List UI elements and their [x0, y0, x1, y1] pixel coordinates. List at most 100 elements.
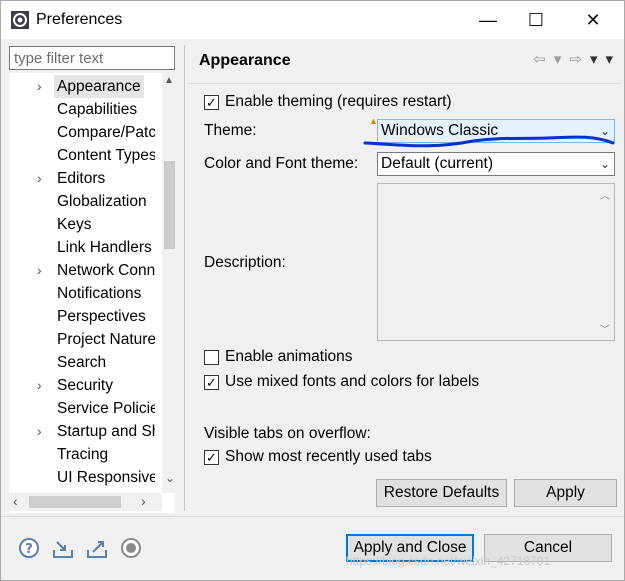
- close-button[interactable]: ✕: [570, 1, 616, 39]
- bottom-toolbar: ?: [17, 536, 143, 560]
- window-title: Preferences: [36, 11, 123, 28]
- expand-chevron-icon[interactable]: ›: [37, 420, 47, 443]
- tree-horizontal-scrollbar[interactable]: ‹ ›: [9, 493, 162, 511]
- mixed-fonts-label: Use mixed fonts and colors for labels: [225, 373, 480, 390]
- scroll-left-icon[interactable]: ‹: [13, 493, 18, 509]
- expand-chevron-icon[interactable]: ›: [37, 167, 47, 190]
- page-nav: ⇦ ▾ ⇨ ▾ ▾: [533, 50, 613, 68]
- forward-icon[interactable]: ⇨: [569, 50, 582, 68]
- restore-defaults-button[interactable]: Restore Defaults: [376, 479, 507, 507]
- color-font-label: Color and Font theme:: [204, 155, 359, 172]
- chevron-down-icon: ⌄: [599, 157, 610, 171]
- filter-input[interactable]: [9, 46, 175, 70]
- tree-item[interactable]: Tracing: [9, 443, 155, 466]
- tree-item-label: Link Handlers: [57, 239, 152, 256]
- tree-item-label: Keys: [57, 216, 92, 233]
- tree-item[interactable]: › Security: [9, 374, 155, 397]
- scroll-down-icon[interactable]: ⌄: [165, 471, 175, 485]
- tree-item-label: UI Responsiveness: [57, 469, 155, 486]
- watermark: https://blog.csdn.net/weixin_42718701: [346, 554, 551, 568]
- header-separator: [189, 83, 621, 84]
- tree-item[interactable]: › Appearance: [9, 75, 155, 98]
- expand-chevron-icon[interactable]: ›: [37, 75, 47, 98]
- apply-button[interactable]: Apply: [514, 479, 617, 507]
- tree-item[interactable]: › Editors: [9, 167, 155, 190]
- tree-item-label: Network Connections: [57, 262, 155, 279]
- show-mru-label: Show most recently used tabs: [225, 448, 432, 465]
- title-bar: Preferences — ☐ ✕: [1, 1, 624, 39]
- import-icon[interactable]: [51, 536, 75, 560]
- enable-animations-label: Enable animations: [225, 348, 353, 365]
- page-title: Appearance: [199, 52, 291, 69]
- tree-item[interactable]: UI Responsiveness: [9, 466, 155, 489]
- export-icon[interactable]: [85, 536, 109, 560]
- view-menu-icon[interactable]: ▾: [605, 50, 613, 68]
- back-menu-icon[interactable]: ▾: [554, 50, 562, 68]
- color-font-combo[interactable]: Default (current) ⌄: [377, 152, 615, 176]
- eclipse-app-icon: [11, 11, 29, 29]
- bottom-separator: [1, 516, 624, 517]
- expand-chevron-icon[interactable]: ›: [37, 374, 47, 397]
- scroll-thumb[interactable]: [164, 161, 175, 249]
- description-label: Description:: [204, 254, 286, 271]
- tree-item[interactable]: Keys: [9, 213, 155, 236]
- svg-text:?: ?: [25, 542, 33, 557]
- annotation-underline: [363, 135, 615, 148]
- tree-item[interactable]: Search: [9, 351, 155, 374]
- tree-item-label: Project Natures: [57, 331, 155, 348]
- help-icon[interactable]: ?: [17, 536, 41, 560]
- visible-tabs-label: Visible tabs on overflow:: [204, 425, 371, 442]
- tree-item[interactable]: Compare/Patch: [9, 121, 155, 144]
- show-mru-checkbox[interactable]: ✓: [204, 450, 219, 465]
- tree-item[interactable]: Service Policies: [9, 397, 155, 420]
- theme-label: Theme:: [204, 122, 257, 139]
- back-icon[interactable]: ⇦: [533, 50, 546, 68]
- enable-animations-checkbox[interactable]: [204, 350, 219, 365]
- scroll-down-icon[interactable]: ﹀: [600, 321, 610, 336]
- tree-item-label: Content Types: [57, 147, 155, 164]
- tree-item[interactable]: Globalization: [9, 190, 155, 213]
- tree-item-label: Notifications: [57, 285, 142, 302]
- mixed-fonts-checkbox[interactable]: ✓: [204, 375, 219, 390]
- minimize-button[interactable]: —: [465, 1, 511, 39]
- tree-item-label: Search: [57, 354, 107, 371]
- tree-item-label: Perspectives: [57, 308, 146, 325]
- record-icon[interactable]: [119, 536, 143, 560]
- preferences-window: Preferences — ☐ ✕ › Appearance Capabilitie…: [0, 0, 625, 581]
- maximize-button[interactable]: ☐: [513, 1, 559, 39]
- expand-chevron-icon[interactable]: ›: [37, 259, 47, 282]
- enable-theming-checkbox[interactable]: ✓: [204, 95, 219, 110]
- tree-item[interactable]: Project Natures: [9, 328, 155, 351]
- tree-item[interactable]: Content Types: [9, 144, 155, 167]
- panel-divider[interactable]: [184, 45, 185, 511]
- scroll-up-icon[interactable]: ︿: [600, 187, 610, 202]
- tree-item-label: Startup and Shutdown: [57, 423, 155, 440]
- scroll-right-icon[interactable]: ›: [141, 493, 146, 509]
- tree-item-label: Appearance: [54, 75, 144, 98]
- color-font-value: Default (current): [381, 155, 493, 172]
- enable-theming-label: Enable theming (requires restart): [225, 93, 452, 110]
- tree-item-label: Capabilities: [57, 101, 138, 118]
- tree-item-label: Security: [57, 377, 113, 394]
- scroll-up-icon[interactable]: ▲: [164, 75, 174, 86]
- preference-tree: › Appearance Capabilities Compare/Patch Cont…: [9, 73, 175, 513]
- tree-item[interactable]: Notifications: [9, 282, 155, 305]
- tree-item-label: Globalization: [57, 193, 147, 210]
- description-text-area[interactable]: ︿ ﹀: [377, 183, 615, 341]
- hscroll-thumb[interactable]: [29, 496, 121, 508]
- check-icon: ✓: [206, 450, 217, 465]
- page-header: Appearance ⇦ ▾ ⇨ ▾ ▾: [189, 44, 621, 80]
- tree-vertical-scrollbar[interactable]: ▲ ⌄: [162, 73, 175, 493]
- tree-item-label: Service Policies: [57, 400, 155, 417]
- tree-item-label: Compare/Patch: [57, 124, 155, 141]
- forward-menu-icon[interactable]: ▾: [590, 50, 598, 68]
- tree-item[interactable]: Capabilities: [9, 98, 155, 121]
- tree-item[interactable]: › Startup and Shutdown: [9, 420, 155, 443]
- check-icon: ✓: [206, 95, 217, 110]
- tree-item-label: Tracing: [57, 446, 109, 463]
- tree-item[interactable]: › Network Connections: [9, 259, 155, 282]
- check-icon: ✓: [206, 375, 217, 390]
- tree-item-label: Editors: [57, 170, 106, 187]
- tree-item[interactable]: Perspectives: [9, 305, 155, 328]
- tree-item[interactable]: Link Handlers: [9, 236, 155, 259]
